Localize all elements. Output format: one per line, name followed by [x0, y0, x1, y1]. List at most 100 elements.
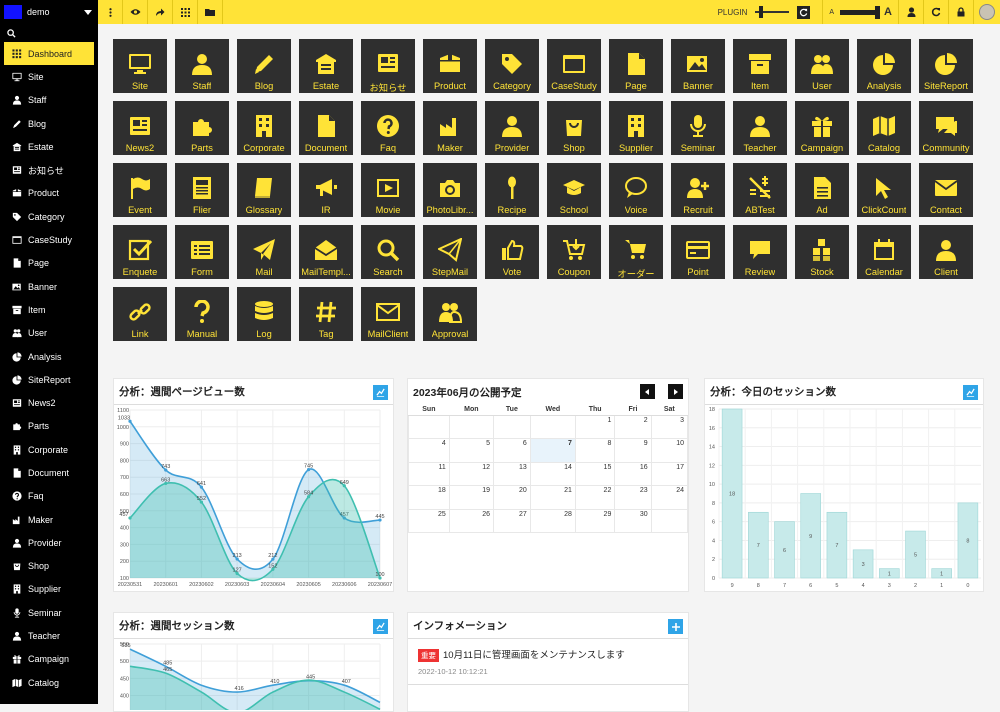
tile-log[interactable]: Log [237, 287, 291, 341]
calendar-day[interactable]: 22 [574, 485, 616, 510]
calendar-day[interactable]: 9 [614, 438, 652, 463]
calendar-day[interactable] [448, 414, 495, 439]
tile-contact[interactable]: Contact [919, 163, 973, 217]
tile-ad[interactable]: Ad [795, 163, 849, 217]
calendar-day[interactable]: 27 [493, 508, 531, 533]
sidebar-item-document[interactable]: Document [0, 461, 98, 484]
calendar-day[interactable] [408, 414, 450, 439]
sidebar-item-user[interactable]: User [0, 322, 98, 345]
calendar-day[interactable]: 2 [614, 414, 652, 439]
sidebar-item-campaign[interactable]: Campaign [0, 648, 98, 671]
chart-link-button[interactable] [373, 385, 388, 400]
tile-community[interactable]: Community [919, 101, 973, 155]
sidebar-item-seminar[interactable]: Seminar [0, 601, 98, 624]
sidebar-item-page[interactable]: Page [0, 252, 98, 275]
sidebar-item-analysis[interactable]: Analysis [0, 345, 98, 368]
avatar[interactable] [979, 4, 995, 20]
tile-event[interactable]: Event [113, 163, 167, 217]
calendar-day[interactable]: 3 [650, 414, 689, 439]
sidebar-search[interactable] [0, 24, 98, 42]
calendar-day[interactable]: 20 [493, 485, 531, 510]
calendar-day[interactable]: 4 [408, 438, 450, 463]
calendar-next-button[interactable] [668, 384, 683, 399]
tile-voice[interactable]: Voice [609, 163, 663, 217]
tile-category[interactable]: Category [485, 39, 539, 93]
tile-clickcount[interactable]: ClickCount [857, 163, 911, 217]
calendar-day[interactable] [493, 414, 531, 439]
tile-calendar[interactable]: Calendar [857, 225, 911, 279]
calendar-day[interactable]: 23 [614, 485, 652, 510]
sidebar-item-dashboard[interactable]: Dashboard [4, 42, 94, 66]
tile-seminar[interactable]: Seminar [671, 101, 725, 155]
menu-button[interactable] [98, 0, 123, 24]
tile-mailtempl[interactable]: MailTempl... [299, 225, 353, 279]
calendar-day[interactable]: 25 [408, 508, 450, 533]
sidebar-item-casestudy[interactable]: CaseStudy [0, 228, 98, 251]
tile-site[interactable]: Site [113, 39, 167, 93]
tile-vote[interactable]: Vote [485, 225, 539, 279]
grid-button[interactable] [173, 0, 198, 24]
tile-approval[interactable]: Approval [423, 287, 477, 341]
calendar-day[interactable]: 10 [650, 438, 689, 463]
calendar-day[interactable]: 7 [529, 438, 576, 463]
sidebar-item-shop[interactable]: Shop [0, 555, 98, 578]
tile-glossary[interactable]: Glossary [237, 163, 291, 217]
tile-news2[interactable]: News2 [113, 101, 167, 155]
calendar-prev-button[interactable] [640, 384, 655, 399]
calendar-day[interactable]: 24 [650, 485, 689, 510]
calendar-day[interactable]: 6 [493, 438, 531, 463]
preview-button[interactable] [123, 0, 148, 24]
chevron-down-icon[interactable] [84, 9, 92, 15]
plugin-toggle[interactable] [755, 6, 790, 18]
sidebar-item-supplier[interactable]: Supplier [0, 578, 98, 601]
tile-campaign[interactable]: Campaign [795, 101, 849, 155]
calendar-day[interactable]: 21 [529, 485, 576, 510]
tile-mail[interactable]: Mail [237, 225, 291, 279]
tile-notice[interactable]: お知らせ [361, 39, 415, 93]
sidebar-item-notice[interactable]: お知らせ [0, 158, 98, 181]
calendar-day[interactable]: 1 [574, 414, 616, 439]
tile-school[interactable]: School [547, 163, 601, 217]
calendar-day[interactable]: 14 [529, 461, 576, 486]
tile-stepmail[interactable]: StepMail [423, 225, 477, 279]
sidebar-item-blog[interactable]: Blog [0, 112, 98, 135]
site-switcher[interactable]: demo [0, 0, 98, 24]
calendar-day[interactable]: 18 [408, 485, 450, 510]
calendar-day[interactable] [529, 414, 576, 439]
tile-sitereport[interactable]: SiteReport [919, 39, 973, 93]
information-item[interactable]: 重要 10月11日に管理画面をメンテナンスします 2022-10-12 10:12… [408, 639, 688, 685]
tile-point[interactable]: Point [671, 225, 725, 279]
tile-notice[interactable]: オーダー [609, 225, 663, 279]
tile-analysis[interactable]: Analysis [857, 39, 911, 93]
sidebar-item-parts[interactable]: Parts [0, 415, 98, 438]
sidebar-item-staff[interactable]: Staff [0, 89, 98, 112]
tile-provider[interactable]: Provider [485, 101, 539, 155]
tile-teacher[interactable]: Teacher [733, 101, 787, 155]
sidebar-item-teacher[interactable]: Teacher [0, 624, 98, 647]
tile-coupon[interactable]: Coupon [547, 225, 601, 279]
calendar-day[interactable]: 8 [574, 438, 616, 463]
calendar-day[interactable]: 11 [408, 461, 450, 486]
tile-recruit[interactable]: Recruit [671, 163, 725, 217]
tile-tag[interactable]: Tag [299, 287, 353, 341]
sidebar-item-corporate[interactable]: Corporate [0, 438, 98, 461]
tile-ir[interactable]: IR [299, 163, 353, 217]
calendar-day[interactable]: 15 [574, 461, 616, 486]
tile-product[interactable]: Product [423, 39, 477, 93]
refresh-plugin-button[interactable] [797, 5, 811, 19]
tile-form[interactable]: Form [175, 225, 229, 279]
tile-review[interactable]: Review [733, 225, 787, 279]
reload-button[interactable] [923, 0, 948, 24]
tile-supplier[interactable]: Supplier [609, 101, 663, 155]
tile-staff[interactable]: Staff [175, 39, 229, 93]
folder-button[interactable] [198, 0, 223, 24]
tile-manual[interactable]: Manual [175, 287, 229, 341]
tile-maker[interactable]: Maker [423, 101, 477, 155]
sidebar-item-provider[interactable]: Provider [0, 531, 98, 554]
search-icon[interactable] [7, 28, 16, 38]
chart-link-button[interactable] [963, 385, 978, 400]
calendar-day[interactable]: 29 [574, 508, 616, 533]
user-button[interactable] [898, 0, 923, 24]
tile-link[interactable]: Link [113, 287, 167, 341]
tile-movie[interactable]: Movie [361, 163, 415, 217]
